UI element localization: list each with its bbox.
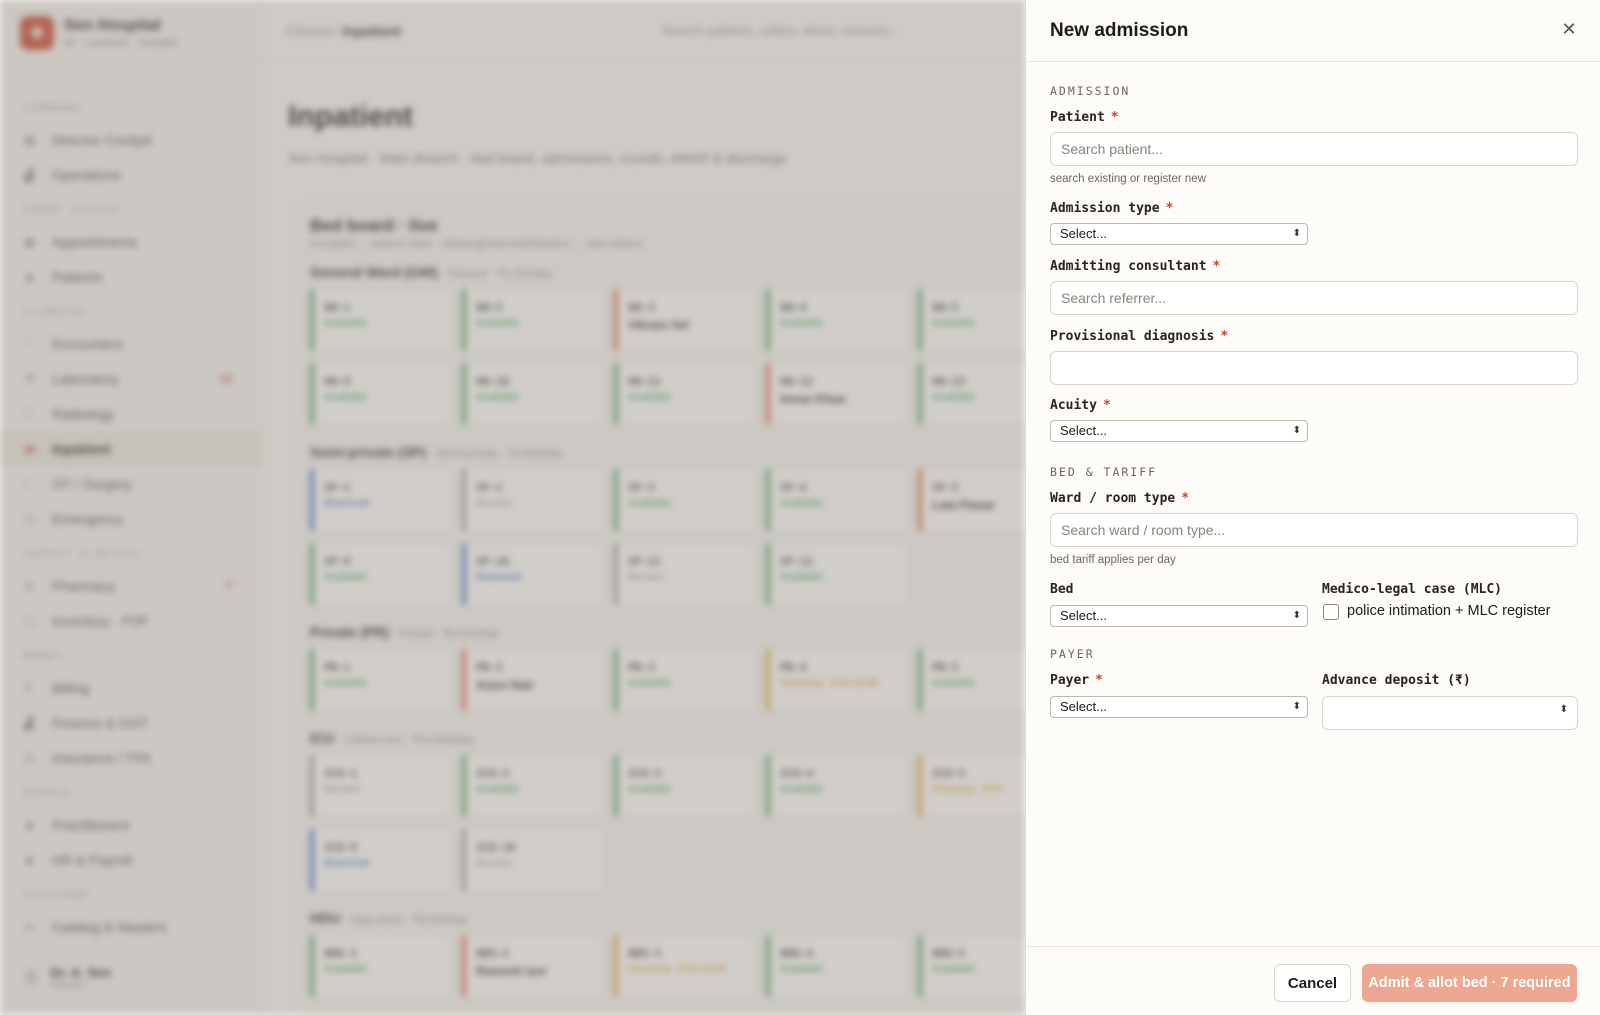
mlc-checkbox-label[interactable]: police intimation + MLC register bbox=[1347, 603, 1551, 619]
acuity-select[interactable]: Select... ⬍ bbox=[1050, 420, 1308, 442]
mlc-label: Medico-legal case (MLC) bbox=[1322, 582, 1503, 597]
section-bed-tariff: BED & TARIFF bbox=[1050, 465, 1158, 479]
mlc-checkbox[interactable] bbox=[1323, 604, 1339, 620]
patient-label: Patient * bbox=[1050, 110, 1119, 125]
chevron-updown-icon: ⬍ bbox=[1292, 610, 1301, 621]
admit-allot-bed-button[interactable]: Admit & allot bed · 7 required bbox=[1362, 964, 1577, 1002]
patient-search-input[interactable] bbox=[1050, 132, 1578, 166]
ward-room-type-label: Ward / room type * bbox=[1050, 491, 1190, 506]
payer-select[interactable]: Select... ⬍ bbox=[1050, 696, 1308, 718]
bed-select[interactable]: Select... ⬍ bbox=[1050, 605, 1308, 627]
patient-hint: search existing or register new bbox=[1050, 173, 1206, 185]
provisional-diagnosis-label: Provisional diagnosis * bbox=[1050, 329, 1229, 344]
close-icon[interactable]: ✕ bbox=[1557, 18, 1581, 42]
chevron-updown-icon: ⬍ bbox=[1292, 425, 1301, 436]
ward-room-type-input[interactable] bbox=[1050, 513, 1578, 547]
section-payer: PAYER bbox=[1050, 647, 1095, 661]
admission-type-select[interactable]: Select... ⬍ bbox=[1050, 223, 1308, 245]
drawer-title: New admission bbox=[1050, 20, 1189, 41]
drawer-header: New admission ✕ bbox=[1026, 0, 1600, 62]
bed-label: Bed bbox=[1050, 582, 1074, 597]
drawer-footer: Cancel Admit & allot bed · 7 required bbox=[1026, 946, 1600, 1015]
advance-deposit-input[interactable] bbox=[1322, 696, 1578, 730]
acuity-label: Acuity * bbox=[1050, 398, 1111, 413]
ward-room-type-hint: bed tariff applies per day bbox=[1050, 554, 1176, 566]
payer-label: Payer * bbox=[1050, 673, 1103, 688]
modal-backdrop[interactable] bbox=[0, 0, 1025, 1015]
advance-deposit-field: ⬍ bbox=[1322, 696, 1578, 730]
new-admission-drawer: New admission ✕ ADMISSION Patient * searc… bbox=[1025, 0, 1600, 1015]
admission-type-label: Admission type * bbox=[1050, 201, 1174, 216]
chevron-updown-icon: ⬍ bbox=[1292, 228, 1301, 239]
number-spinner-icon[interactable]: ⬍ bbox=[1560, 704, 1568, 715]
cancel-button[interactable]: Cancel bbox=[1274, 964, 1351, 1002]
provisional-diagnosis-input[interactable] bbox=[1050, 351, 1578, 385]
chevron-updown-icon: ⬍ bbox=[1292, 701, 1301, 712]
advance-deposit-label: Advance deposit (₹) bbox=[1322, 673, 1471, 688]
admitting-consultant-label: Admitting consultant * bbox=[1050, 259, 1221, 274]
section-admission: ADMISSION bbox=[1050, 84, 1131, 98]
admitting-consultant-input[interactable] bbox=[1050, 281, 1578, 315]
